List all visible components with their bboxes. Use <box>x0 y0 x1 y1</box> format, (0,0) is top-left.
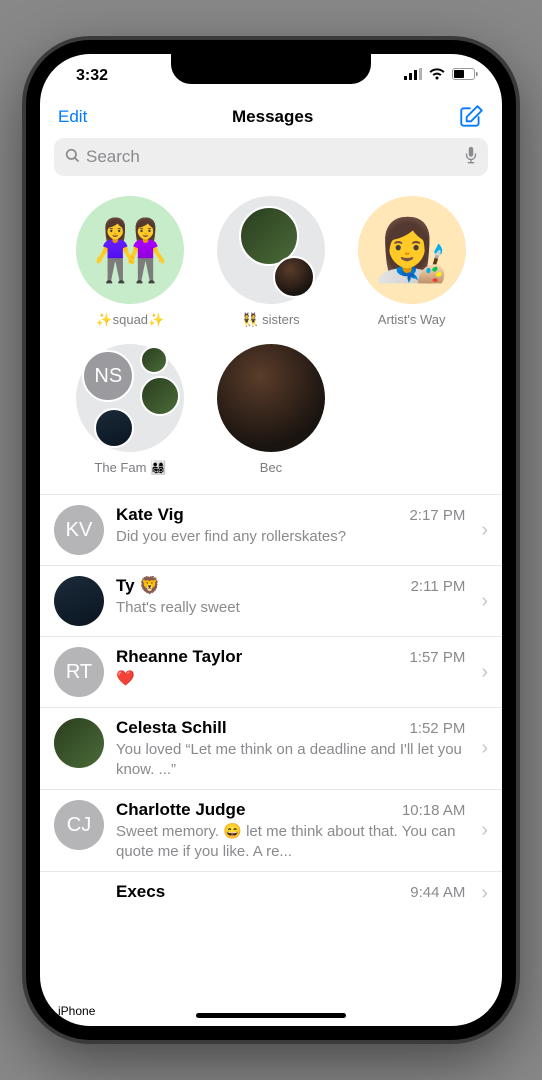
chevron-right-icon: › <box>481 737 488 760</box>
search-bar[interactable] <box>54 138 488 176</box>
dictation-icon[interactable] <box>464 146 478 169</box>
messages-header: Edit Messages <box>40 98 502 138</box>
chevron-right-icon: › <box>481 819 488 842</box>
chevron-right-icon: › <box>481 590 488 613</box>
conversation-name: Celesta Schill <box>116 718 227 738</box>
artist-icon: 👩‍🎨 <box>374 215 449 286</box>
avatar-photo <box>54 718 104 768</box>
conversation-time: 9:44 AM <box>410 884 465 901</box>
pinned-label: The Fam 👨‍👩‍👧‍👦 <box>94 460 166 476</box>
chevron-right-icon: › <box>481 882 488 905</box>
conversation-time: 1:52 PM <box>409 720 465 737</box>
conversation-time: 2:17 PM <box>409 507 465 524</box>
conversation-preview: Sweet memory. 😄 let me think about that.… <box>116 822 465 861</box>
conversation-preview: Did you ever find any rollerskates? <box>116 527 465 547</box>
pinned-item-the-fam[interactable]: NS The Fam 👨‍👩‍👧‍👦 <box>64 344 197 476</box>
conversation-row[interactable]: Ty 🦁 2:11 PM That's really sweet › <box>40 565 502 636</box>
pinned-label: ✨squad✨ <box>96 312 164 328</box>
pinned-label: 👯 sisters <box>242 312 299 328</box>
conversation-preview: That's really sweet <box>116 598 465 618</box>
conversation-preview: ❤️ <box>116 669 465 689</box>
search-icon <box>64 147 80 168</box>
pinned-conversations: 👭 ✨squad✨ 👯 sisters 👩‍🎨 Artist's Way <box>40 188 502 494</box>
conversation-name: Kate Vig <box>116 505 184 525</box>
avatar-photo <box>54 576 104 626</box>
pinned-item-sisters[interactable]: 👯 sisters <box>205 196 338 328</box>
conversation-row[interactable]: CJ Charlotte Judge 10:18 AM Sweet memory… <box>40 789 502 871</box>
search-input[interactable] <box>86 147 464 167</box>
conversation-name: Rheanne Taylor <box>116 647 242 667</box>
conversation-preview: You loved “Let me think on a deadline an… <box>116 740 465 779</box>
conversation-time: 2:11 PM <box>411 578 466 595</box>
pinned-item-artists-way[interactable]: 👩‍🎨 Artist's Way <box>345 196 478 328</box>
home-indicator[interactable] <box>196 1013 346 1018</box>
conversation-time: 1:57 PM <box>409 649 465 666</box>
conversation-name: Charlotte Judge <box>116 800 245 820</box>
cellular-icon <box>404 67 422 85</box>
phone-frame: 3:32 Edit Messages <box>26 40 516 1040</box>
pinned-avatar: NS <box>76 344 184 452</box>
conversation-row[interactable]: RT Rheanne Taylor 1:57 PM ❤️ › <box>40 636 502 707</box>
avatar-initials: KV <box>54 505 104 555</box>
conversation-name: Execs <box>116 882 165 902</box>
wifi-icon <box>428 67 446 85</box>
screen: 3:32 Edit Messages <box>40 54 502 1026</box>
page-title: Messages <box>232 107 313 127</box>
pinned-avatar <box>217 344 325 452</box>
avatar-initials: CJ <box>54 800 104 850</box>
compose-button[interactable] <box>458 104 484 130</box>
pinned-avatar <box>217 196 325 304</box>
watermark: iPhone <box>58 1004 95 1018</box>
battery-icon <box>452 67 478 85</box>
avatar-initials: RT <box>54 647 104 697</box>
pinned-avatar: 👭 <box>76 196 184 304</box>
conversation-time: 10:18 AM <box>402 802 465 819</box>
conversation-row[interactable]: KV Kate Vig 2:17 PM Did you ever find an… <box>40 494 502 565</box>
conversation-row[interactable]: Execs 9:44 AM › <box>40 871 502 905</box>
pinned-item-squad[interactable]: 👭 ✨squad✨ <box>64 196 197 328</box>
pinned-avatar: 👩‍🎨 <box>358 196 466 304</box>
two-girls-icon: 👭 <box>93 215 168 286</box>
chevron-right-icon: › <box>481 661 488 684</box>
chevron-right-icon: › <box>481 519 488 542</box>
status-time: 3:32 <box>64 67 108 85</box>
conversation-name: Ty 🦁 <box>116 576 160 596</box>
pinned-label: Artist's Way <box>378 312 446 327</box>
conversation-list[interactable]: KV Kate Vig 2:17 PM Did you ever find an… <box>40 494 502 1026</box>
notch <box>171 54 371 84</box>
pinned-label: Bec <box>260 460 282 475</box>
edit-button[interactable]: Edit <box>58 107 87 127</box>
pinned-item-bec[interactable]: Bec <box>205 344 338 476</box>
conversation-row[interactable]: Celesta Schill 1:52 PM You loved “Let me… <box>40 707 502 789</box>
